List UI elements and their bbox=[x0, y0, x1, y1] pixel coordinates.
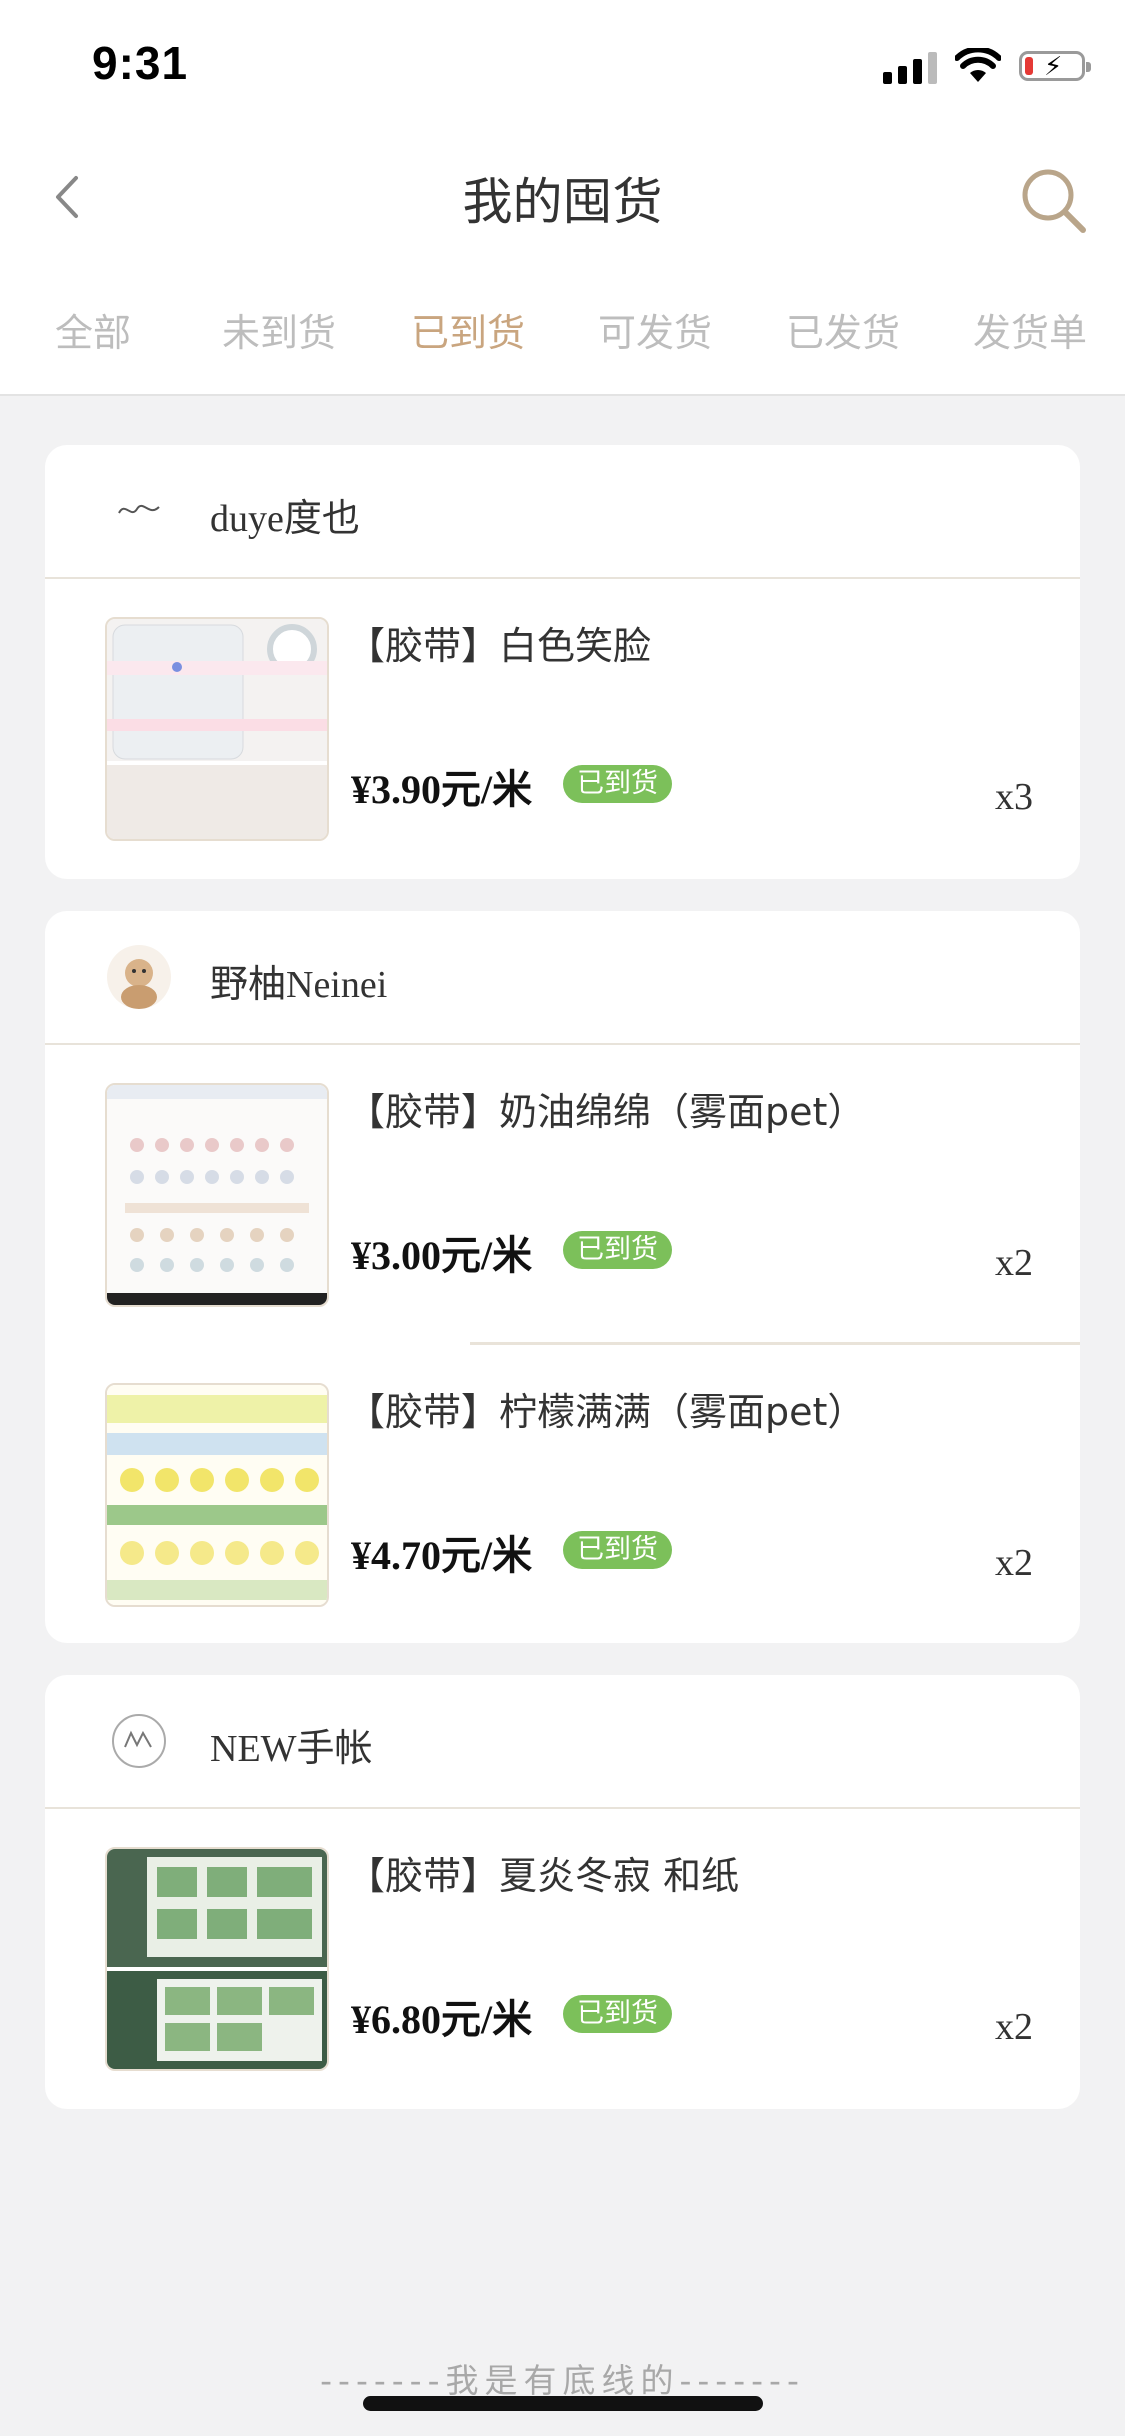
list-item[interactable]: 【胶带】夏炎冬寂 和纸 ¥6.80元/米 已到货 x2 bbox=[45, 1809, 1080, 2109]
home-indicator[interactable] bbox=[363, 2396, 763, 2411]
shop-name: NEW手帐 bbox=[210, 1728, 373, 1770]
product-price: ¥3.00元/米 bbox=[351, 1233, 533, 1278]
battery-icon: ⚡ bbox=[1019, 51, 1091, 82]
tab-shipping-orders[interactable]: 发货单 bbox=[973, 302, 1087, 357]
shop-card: duye度也 【胶带】白色笑脸 ¥3.90元/米 已到货 x3 bbox=[45, 445, 1080, 879]
product-quantity: x2 bbox=[995, 1242, 1033, 1284]
cellular-signal-icon bbox=[883, 48, 937, 84]
tab-shippable[interactable]: 可发货 bbox=[598, 302, 712, 357]
status-badge: 已到货 bbox=[563, 1231, 672, 1269]
page-title: 我的囤货 bbox=[462, 173, 663, 231]
product-title: 【胶带】夏炎冬寂 和纸 bbox=[347, 1854, 740, 1898]
search-icon[interactable] bbox=[1015, 162, 1091, 238]
nav-bar: 我的囤货 bbox=[0, 140, 1125, 254]
list-item[interactable]: 【胶带】白色笑脸 ¥3.90元/米 已到货 x3 bbox=[45, 579, 1080, 879]
product-title: 【胶带】奶油绵绵（雾面pet） bbox=[347, 1090, 866, 1134]
shop-header[interactable]: 野柚Neinei bbox=[45, 911, 1080, 1045]
status-badge: 已到货 bbox=[563, 765, 672, 803]
shop-card: 野柚Neinei 【胶带】奶油绵绵（雾面pet） ¥3.00元/米 已到货 x2 bbox=[45, 911, 1080, 1643]
tab-shipped[interactable]: 已发货 bbox=[786, 302, 900, 357]
product-price: ¥3.90元/米 bbox=[351, 767, 533, 812]
status-bar: 9:31 ⚡ bbox=[0, 0, 1125, 140]
shop-header[interactable]: duye度也 bbox=[45, 445, 1080, 579]
shop-header[interactable]: NEW手帐 bbox=[45, 1675, 1080, 1809]
product-image bbox=[105, 617, 329, 841]
shop-logo bbox=[107, 479, 171, 543]
product-title: 【胶带】白色笑脸 bbox=[347, 624, 652, 668]
status-time: 9:31 bbox=[92, 37, 189, 89]
product-quantity: x3 bbox=[995, 776, 1033, 818]
list-item[interactable]: 【胶带】柠檬满满（雾面pet） ¥4.70元/米 已到货 x2 bbox=[45, 1345, 1080, 1643]
product-price: ¥4.70元/米 bbox=[351, 1533, 533, 1578]
product-image bbox=[105, 1847, 329, 2071]
end-of-list-text: -------我是有底线的------- bbox=[320, 2361, 805, 2400]
product-image bbox=[105, 1083, 329, 1307]
status-icons: ⚡ bbox=[883, 48, 1091, 84]
wifi-icon bbox=[955, 48, 1001, 82]
status-badge: 已到货 bbox=[563, 1531, 672, 1569]
status-tabs: 全部 未到货 已到货 可发货 已发货 发货单 bbox=[0, 254, 1125, 396]
product-quantity: x2 bbox=[995, 1542, 1033, 1584]
shop-logo bbox=[107, 945, 171, 1009]
product-image bbox=[105, 1383, 329, 1607]
shop-logo bbox=[107, 1709, 171, 1773]
shop-card: NEW手帐 【胶带】夏炎冬寂 和纸 ¥6.80元/米 已到货 x2 bbox=[45, 1675, 1080, 2109]
tab-arrived[interactable]: 已到货 bbox=[411, 302, 525, 357]
product-price: ¥6.80元/米 bbox=[351, 1997, 533, 2042]
tab-all[interactable]: 全部 bbox=[55, 302, 131, 357]
product-quantity: x2 bbox=[995, 2006, 1033, 2048]
shop-name: 野柚Neinei bbox=[210, 964, 388, 1006]
status-badge: 已到货 bbox=[563, 1995, 672, 2033]
tab-not-arrived[interactable]: 未到货 bbox=[222, 302, 336, 357]
list-item[interactable]: 【胶带】奶油绵绵（雾面pet） ¥3.00元/米 已到货 x2 bbox=[45, 1045, 1080, 1345]
shop-name: duye度也 bbox=[210, 498, 360, 540]
product-title: 【胶带】柠檬满满（雾面pet） bbox=[347, 1390, 866, 1434]
